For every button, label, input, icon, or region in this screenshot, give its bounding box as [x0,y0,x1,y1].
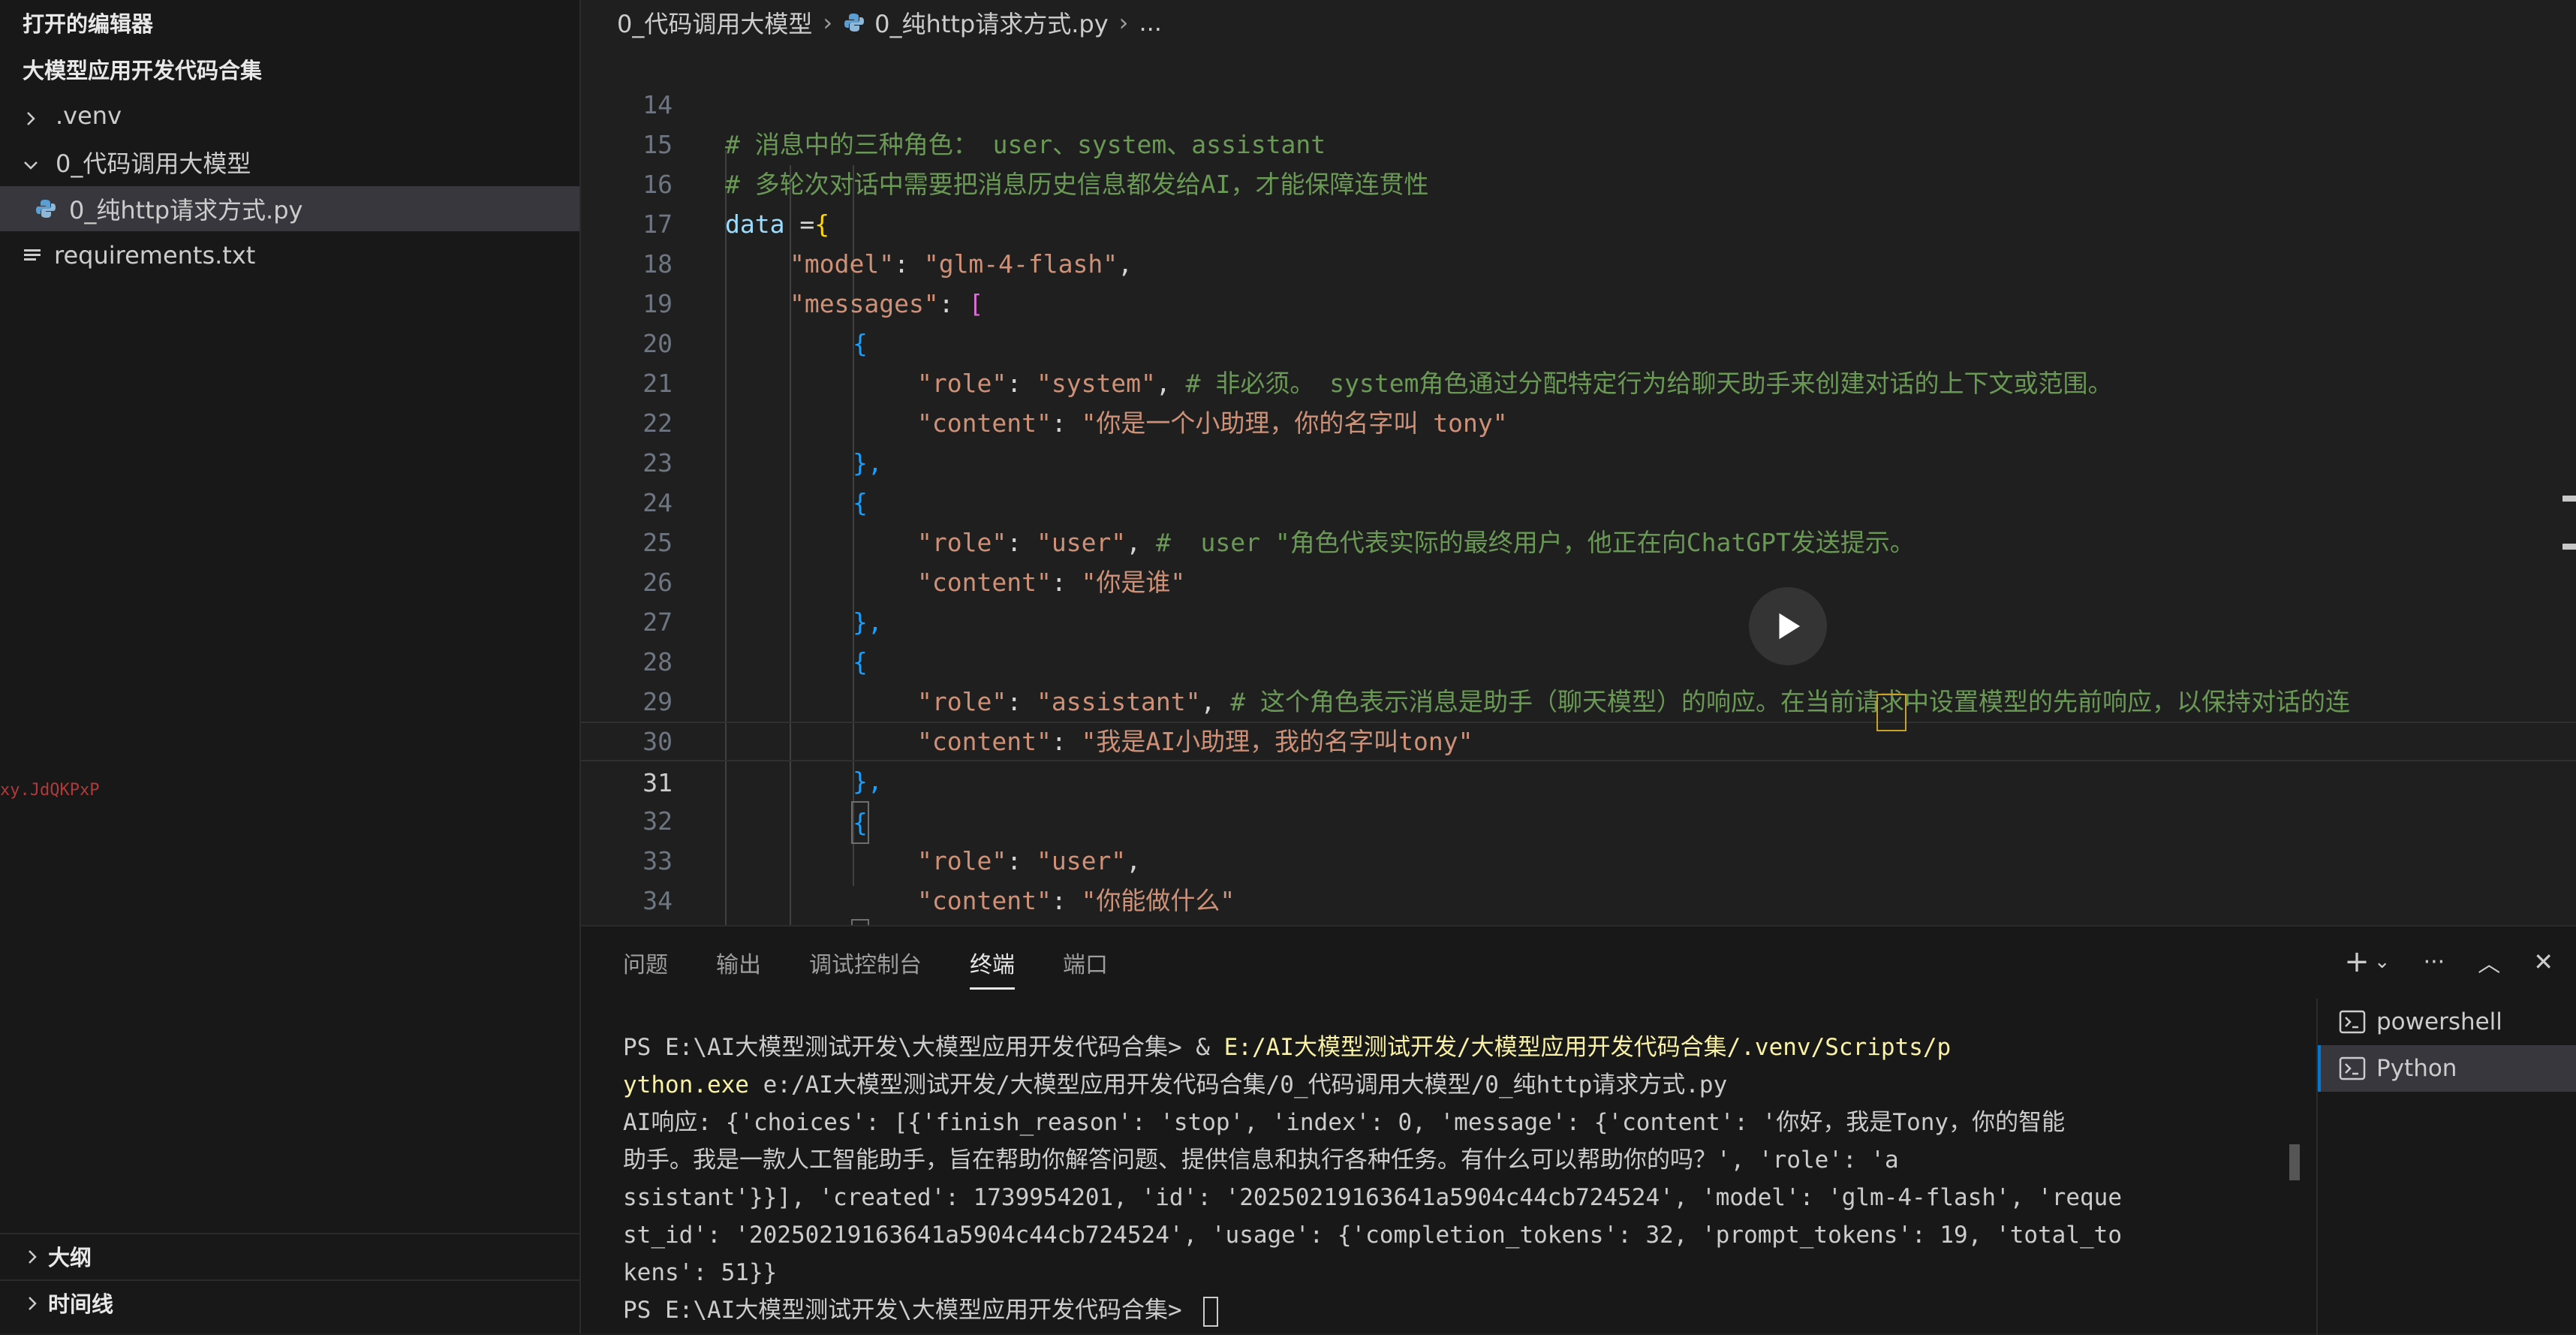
code-line-current: 31 { [581,722,2576,844]
tree-item-python-file[interactable]: 0_纯http请求方式.py [0,186,579,231]
terminal-line: PS E:\AI大模型测试开发\大模型应用开发代码合集> & E:/AI大模型测… [623,1029,2295,1066]
code-line: 17 "model": "glm-4-flash", [581,164,2576,279]
project-header-label: 大模型应用开发代码合集 [23,58,263,83]
terminal-line: PS E:\AI大模型测试开发\大模型应用开发代码合集> [623,1291,2295,1329]
outline-header[interactable]: 大纲 [0,1233,579,1278]
maximize-panel-icon[interactable]: ︿ [2478,945,2500,978]
chevron-right-icon: › [823,8,833,37]
code-line: 27 { [581,562,2576,677]
code-line: 26 }, [581,523,2576,637]
tree-item-label: .venv [56,101,122,130]
terminal-line: st_id': '20250219163641a5904c44cb724524'… [623,1222,2123,1249]
code-line: 21 "content": "你是一个小助理，你的名字叫 tony" [581,324,2576,438]
breadcrumb: 0_代码调用大模型 › 0_纯http请求方式.py › ... [581,0,2576,45]
tree-item-requirements[interactable]: requirements.txt [0,233,579,278]
code-line: 28 "role": "assistant", # 这个角色表示消息是助手（聊天… [581,602,2576,716]
play-icon [1779,613,1801,640]
terminal-scrollbar[interactable] [2289,1144,2300,1180]
tab-output[interactable]: 输出 [716,942,761,984]
python-file-icon [36,200,56,218]
project-header[interactable]: 大模型应用开发代码合集 [0,47,579,92]
chevron-down-icon [21,152,41,172]
terminal-cursor [1203,1296,1219,1327]
add-terminal-button[interactable]: + [2344,945,2370,979]
ruler-mark [2562,496,2576,502]
tree-item-venv[interactable]: .venv [0,93,579,138]
tree-item-folder-model[interactable]: 0_代码调用大模型 [0,140,579,185]
side-watermark-text: xy.JdQKPxP [0,781,100,800]
chevron-right-icon [21,106,41,125]
tree-item-label: 0_纯http请求方式.py [69,196,303,225]
open-editors-header[interactable]: 打开的编辑器 [0,0,579,45]
code-line: 19 { [581,244,2576,358]
python-file-icon [844,14,865,32]
chevron-right-icon [23,1246,42,1266]
chevron-right-icon: › [1118,8,1129,37]
code-line: 23 { [581,403,2576,517]
breadcrumb-folder[interactable]: 0_代码调用大模型 [617,5,812,40]
code-line: 14 # 消息中的三种角色： user、system、assistant [581,45,2576,159]
ruler-mark [2562,544,2576,550]
tree-item-label: 0_代码调用大模型 [56,149,251,178]
timeline-header-label: 时间线 [48,1291,114,1317]
code-line: 18 "messages": [ [581,204,2576,318]
code-line: 34 } [581,841,2576,925]
terminal-dropdown-icon[interactable]: ⌄ [2374,951,2391,973]
terminal-line: ython.exe e:/AI大模型测试开发/大模型应用开发代码合集/0_代码调… [623,1066,2295,1104]
terminal-line: 助手。我是一款人工智能助手，旨在帮助你解答问题、提供信息和执行各种任务。有什么可… [623,1147,1899,1174]
terminal-arg: e:/AI大模型测试开发/大模型应用开发代码合集/0_代码调用大模型/0_纯ht… [748,1071,1728,1098]
terminal-icon [2339,1010,2366,1034]
panel-actions: + ⌄ ··· ︿ ✕ [2344,945,2553,979]
breadcrumb-more[interactable]: ... [1139,8,1162,37]
tab-ports[interactable]: 端口 [1063,942,1108,984]
code-line: 20 "role": "system", # 非必须。 system角色通过分配… [581,284,2576,398]
code-line: 16 data ={ [581,125,2576,239]
code-line: 32 "role": "user", [581,761,2576,875]
outline-header-label: 大纲 [48,1245,92,1270]
open-editors-header-label: 打开的编辑器 [23,11,154,37]
code-line: 15 # 多轮次对话中需要把消息历史信息都发给AI，才能保障连贯性 [581,85,2576,199]
terminal-line: kens': 51}} [623,1259,778,1286]
terminal-item-label: powershell [2376,1008,2502,1035]
more-actions-icon[interactable]: ··· [2424,949,2445,975]
terminal-command: ython.exe [623,1071,749,1098]
panel-tabs: 问题 输出 调试控制台 终端 端口 [623,942,1108,990]
code-line: 33 "content": "你能做什么" [581,801,2576,915]
bottom-panel: 问题 输出 调试控制台 终端 端口 + ⌄ ··· ︿ ✕ PS E:\AI大模… [581,925,2576,1335]
overview-ruler [2562,496,2576,592]
code-line: 22 }, [581,363,2576,478]
breadcrumb-file[interactable]: 0_纯http请求方式.py [874,5,1108,40]
terminal-prompt: PS E:\AI大模型测试开发\大模型应用开发代码合集> [623,1297,1196,1324]
terminal-command: E:/AI大模型测试开发/大模型应用开发代码合集/.venv/Scripts/p [1223,1034,1952,1061]
tab-problems[interactable]: 问题 [623,942,668,984]
code-line: 25 "content": "你是谁" [581,483,2576,597]
explorer-sidebar: 打开的编辑器 大模型应用开发代码合集 .venv 0_代码调用大模型 0_纯ht… [0,0,581,1333]
close-panel-icon[interactable]: ✕ [2533,948,2553,976]
chevron-right-icon [23,1293,42,1312]
code-line: 30 }, [581,682,2576,796]
terminal-prompt: PS E:\AI大模型测试开发\大模型应用开发代码合集> & [623,1034,1224,1061]
code-line: 35 ] [581,881,2576,921]
tab-debug-console[interactable]: 调试控制台 [809,942,922,984]
code-editor[interactable]: 14 # 消息中的三种角色： user、system、assistant 15 … [581,45,2576,925]
terminal-item-powershell[interactable]: powershell [2318,999,2576,1045]
terminal-icon [2339,1056,2366,1080]
timeline-header[interactable]: 时间线 [0,1279,579,1324]
code-line: 24 "role": "user", # user "角色代表实际的最终用户，他… [581,443,2576,557]
terminal-output[interactable]: PS E:\AI大模型测试开发\大模型应用开发代码合集> & E:/AI大模型测… [623,1029,2295,1329]
terminal-line: ssistant'}}], 'created': 1739954201, 'id… [623,1184,2123,1211]
tab-terminal[interactable]: 终端 [970,942,1015,990]
terminal-line: AI响应: {'choices': [{'finish_reason': 'st… [623,1109,2066,1136]
tree-item-label: requirements.txt [54,241,256,270]
text-file-icon [24,249,41,261]
code-line: 29 "content": "我是AI小助理，我的名字叫tony" [581,642,2576,756]
terminal-item-label: Python [2376,1055,2457,1082]
video-play-button[interactable] [1749,587,1827,665]
text-cursor-highlight [1876,694,1906,731]
terminal-item-python[interactable]: Python [2318,1045,2576,1092]
terminal-list: powershell Python [2316,999,2576,1335]
